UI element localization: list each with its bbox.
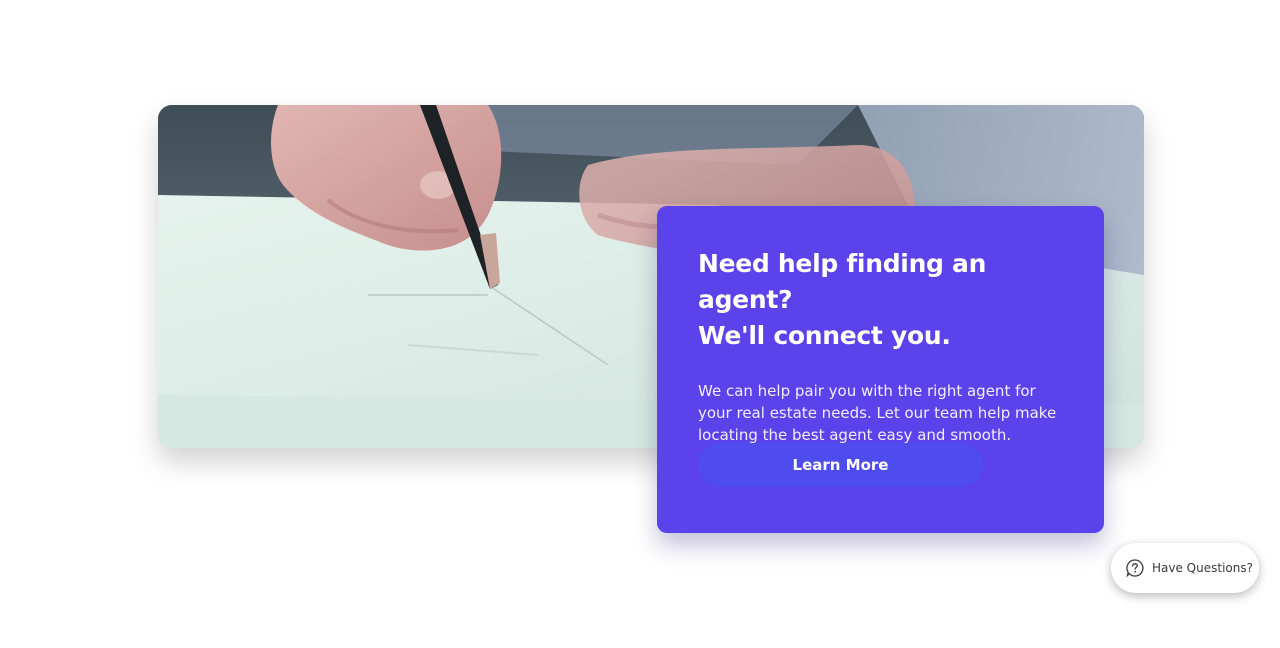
question-bubble-icon	[1125, 558, 1145, 578]
card-description: We can help pair you with the right agen…	[698, 382, 1057, 444]
agent-help-card: Need help finding an agent? We'll connec…	[657, 206, 1104, 533]
have-questions-button[interactable]: Have Questions?	[1111, 543, 1259, 593]
learn-more-button[interactable]: Learn More	[698, 443, 983, 487]
page: Need help finding an agent? We'll connec…	[0, 0, 1280, 648]
card-title-line2: We'll connect you.	[698, 321, 951, 350]
have-questions-label: Have Questions?	[1152, 561, 1253, 575]
card-title: Need help finding an agent? We'll connec…	[698, 246, 1064, 354]
card-title-line1: Need help finding an agent?	[698, 249, 987, 314]
